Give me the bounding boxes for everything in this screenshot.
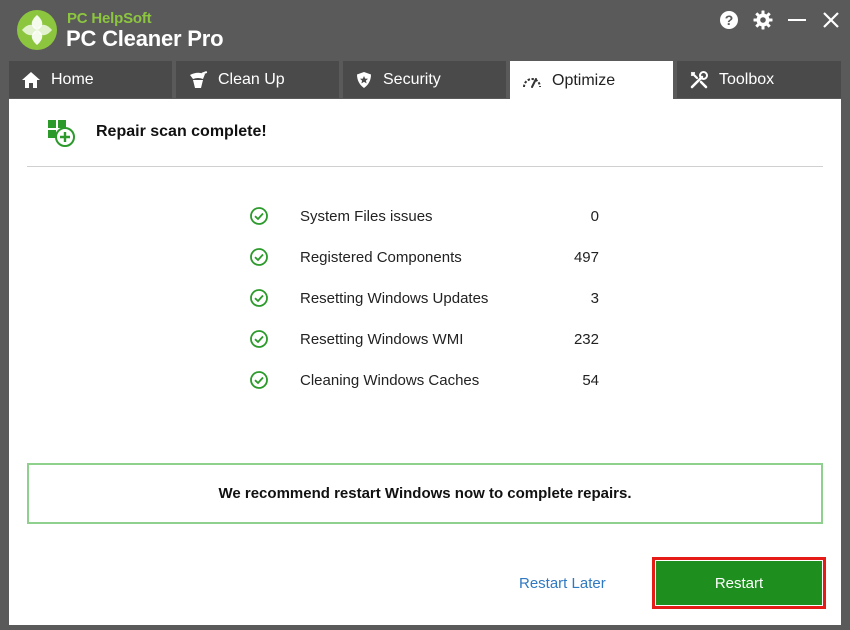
- tab-clean-up[interactable]: Clean Up: [176, 61, 339, 98]
- broom-icon: [190, 70, 208, 88]
- status-title: Repair scan complete!: [96, 123, 267, 140]
- list-item: Resetting Windows Updates 3: [249, 285, 609, 326]
- svg-text:?: ?: [725, 12, 734, 28]
- restart-highlight: Restart: [652, 557, 826, 609]
- check-circle-icon: [250, 330, 268, 348]
- result-label: Resetting Windows Updates: [300, 290, 489, 307]
- brand-company: PC HelpSoft: [67, 10, 152, 27]
- check-circle-icon: [250, 371, 268, 389]
- home-icon: [22, 71, 40, 88]
- tab-optimize-label: Optimize: [552, 72, 616, 89]
- list-item: System Files issues 0: [249, 203, 609, 244]
- check-circle-icon: [250, 248, 268, 266]
- windows-repair-icon: [48, 120, 75, 147]
- optimize-panel: Repair scan complete! System Files issue…: [9, 99, 841, 625]
- check-circle-icon: [250, 289, 268, 307]
- title-bar: PC HelpSoft PC Cleaner Pro ?: [0, 0, 850, 60]
- close-icon[interactable]: [820, 9, 842, 31]
- shield-icon: [357, 71, 371, 88]
- result-value: 3: [590, 290, 599, 307]
- app-logo-icon: [17, 10, 57, 50]
- divider: [27, 166, 823, 167]
- tools-icon: [690, 70, 708, 88]
- result-value: 497: [573, 249, 599, 266]
- result-label: System Files issues: [300, 208, 433, 225]
- list-item: Registered Components 497: [249, 244, 609, 285]
- recommendation-text: We recommend restart Windows now to comp…: [218, 485, 632, 502]
- result-label: Registered Components: [300, 249, 462, 266]
- gauge-icon: [523, 78, 541, 88]
- help-icon[interactable]: ?: [718, 9, 740, 31]
- app-title: PC Cleaner Pro: [66, 26, 224, 51]
- result-label: Cleaning Windows Caches: [300, 372, 480, 389]
- restart-button[interactable]: Restart: [656, 561, 822, 605]
- check-circle-icon: [250, 207, 268, 225]
- tab-home-label: Home: [51, 70, 94, 88]
- tab-clean-up-label: Clean Up: [218, 70, 285, 88]
- tab-toolbox[interactable]: Toolbox: [677, 61, 841, 98]
- gear-icon[interactable]: [752, 9, 774, 31]
- tab-toolbox-label: Toolbox: [719, 70, 775, 88]
- list-item: Resetting Windows WMI 232: [249, 326, 609, 367]
- results-list: System Files issues 0 Registered Compone…: [249, 203, 609, 408]
- result-value: 232: [573, 331, 599, 348]
- tab-home[interactable]: Home: [9, 61, 172, 98]
- list-item: Cleaning Windows Caches 54: [249, 367, 609, 408]
- result-value: 0: [590, 208, 599, 225]
- result-value: 54: [582, 372, 599, 389]
- tab-security[interactable]: Security: [343, 61, 506, 98]
- tab-security-label: Security: [383, 70, 441, 88]
- result-label: Resetting Windows WMI: [300, 331, 464, 348]
- restart-later-link[interactable]: Restart Later: [519, 575, 606, 592]
- recommendation-box: We recommend restart Windows now to comp…: [27, 463, 823, 524]
- tab-optimize[interactable]: Optimize: [510, 61, 673, 101]
- minimize-icon[interactable]: [786, 9, 808, 31]
